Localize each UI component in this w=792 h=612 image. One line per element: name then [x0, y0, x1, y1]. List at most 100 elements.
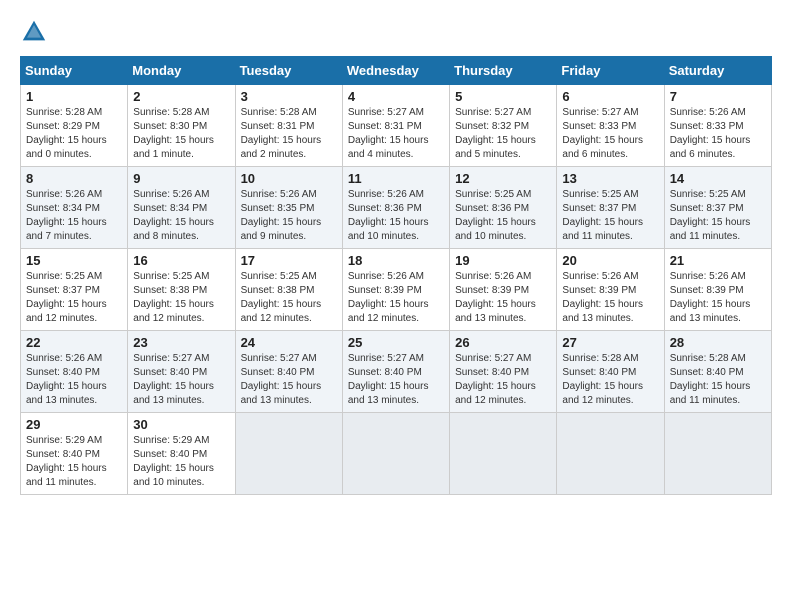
day-number: 8 [26, 171, 122, 186]
weekday-header-monday: Monday [128, 57, 235, 85]
day-info: Sunrise: 5:27 AMSunset: 8:40 PMDaylight:… [348, 352, 444, 408]
day-info: Sunrise: 5:29 AMSunset: 8:40 PMDaylight:… [133, 434, 229, 490]
day-number: 7 [670, 89, 766, 104]
day-number: 28 [670, 335, 766, 350]
calendar-cell: 24 Sunrise: 5:27 AMSunset: 8:40 PMDayligh… [235, 331, 342, 413]
calendar-cell [342, 413, 449, 495]
calendar-cell: 6 Sunrise: 5:27 AMSunset: 8:33 PMDaylight… [557, 85, 664, 167]
calendar-cell: 12 Sunrise: 5:25 AMSunset: 8:36 PMDayligh… [450, 167, 557, 249]
weekday-header-thursday: Thursday [450, 57, 557, 85]
day-number: 14 [670, 171, 766, 186]
calendar-cell: 17 Sunrise: 5:25 AMSunset: 8:38 PMDayligh… [235, 249, 342, 331]
calendar-cell: 23 Sunrise: 5:27 AMSunset: 8:40 PMDayligh… [128, 331, 235, 413]
day-info: Sunrise: 5:25 AMSunset: 8:37 PMDaylight:… [670, 188, 766, 244]
day-info: Sunrise: 5:26 AMSunset: 8:39 PMDaylight:… [670, 270, 766, 326]
day-number: 25 [348, 335, 444, 350]
day-info: Sunrise: 5:25 AMSunset: 8:38 PMDaylight:… [133, 270, 229, 326]
day-number: 16 [133, 253, 229, 268]
weekday-header-sunday: Sunday [21, 57, 128, 85]
day-number: 21 [670, 253, 766, 268]
calendar-cell: 2 Sunrise: 5:28 AMSunset: 8:30 PMDaylight… [128, 85, 235, 167]
day-info: Sunrise: 5:26 AMSunset: 8:35 PMDaylight:… [241, 188, 337, 244]
day-info: Sunrise: 5:28 AMSunset: 8:30 PMDaylight:… [133, 106, 229, 162]
calendar-cell: 15Sunrise: 5:25 AMSunset: 8:37 PMDayligh… [21, 249, 128, 331]
day-info: Sunrise: 5:28 AMSunset: 8:40 PMDaylight:… [562, 352, 658, 408]
logo-icon [20, 18, 48, 46]
weekday-header-tuesday: Tuesday [235, 57, 342, 85]
day-number: 5 [455, 89, 551, 104]
day-number: 17 [241, 253, 337, 268]
calendar-cell: 28 Sunrise: 5:28 AMSunset: 8:40 PMDayligh… [664, 331, 771, 413]
calendar-cell [450, 413, 557, 495]
day-info: Sunrise: 5:26 AMSunset: 8:40 PMDaylight:… [26, 352, 122, 408]
day-number: 13 [562, 171, 658, 186]
day-info: Sunrise: 5:26 AMSunset: 8:34 PMDaylight:… [133, 188, 229, 244]
day-info: Sunrise: 5:26 AMSunset: 8:34 PMDaylight:… [26, 188, 122, 244]
day-number: 26 [455, 335, 551, 350]
calendar-cell: 13 Sunrise: 5:25 AMSunset: 8:37 PMDayligh… [557, 167, 664, 249]
day-info: Sunrise: 5:26 AMSunset: 8:36 PMDaylight:… [348, 188, 444, 244]
day-info: Sunrise: 5:26 AMSunset: 8:39 PMDaylight:… [562, 270, 658, 326]
day-number: 27 [562, 335, 658, 350]
day-info: Sunrise: 5:26 AMSunset: 8:39 PMDaylight:… [455, 270, 551, 326]
day-number: 2 [133, 89, 229, 104]
day-info: Sunrise: 5:25 AMSunset: 8:37 PMDaylight:… [562, 188, 658, 244]
calendar-cell: 26 Sunrise: 5:27 AMSunset: 8:40 PMDayligh… [450, 331, 557, 413]
calendar-cell: 19Sunrise: 5:26 AMSunset: 8:39 PMDayligh… [450, 249, 557, 331]
calendar-cell: 10 Sunrise: 5:26 AMSunset: 8:35 PMDayligh… [235, 167, 342, 249]
day-info: Sunrise: 5:27 AMSunset: 8:32 PMDaylight:… [455, 106, 551, 162]
day-info: Sunrise: 5:25 AMSunset: 8:37 PMDaylight:… [26, 270, 122, 326]
calendar-cell: 25 Sunrise: 5:27 AMSunset: 8:40 PMDayligh… [342, 331, 449, 413]
calendar-cell: 30 Sunrise: 5:29 AMSunset: 8:40 PMDayligh… [128, 413, 235, 495]
calendar-cell: 11Sunrise: 5:26 AMSunset: 8:36 PMDayligh… [342, 167, 449, 249]
day-number: 20 [562, 253, 658, 268]
day-info: Sunrise: 5:26 AMSunset: 8:39 PMDaylight:… [348, 270, 444, 326]
calendar-header-row: SundayMondayTuesdayWednesdayThursdayFrid… [21, 57, 772, 85]
day-info: Sunrise: 5:27 AMSunset: 8:31 PMDaylight:… [348, 106, 444, 162]
day-number: 24 [241, 335, 337, 350]
day-info: Sunrise: 5:25 AMSunset: 8:38 PMDaylight:… [241, 270, 337, 326]
calendar-cell: 1 Sunrise: 5:28 AMSunset: 8:29 PMDaylight… [21, 85, 128, 167]
day-number: 9 [133, 171, 229, 186]
calendar-cell [235, 413, 342, 495]
day-number: 6 [562, 89, 658, 104]
day-number: 23 [133, 335, 229, 350]
calendar-cell: 16 Sunrise: 5:25 AMSunset: 8:38 PMDayligh… [128, 249, 235, 331]
calendar-week-1: 1 Sunrise: 5:28 AMSunset: 8:29 PMDaylight… [21, 85, 772, 167]
calendar-cell: 20 Sunrise: 5:26 AMSunset: 8:39 PMDayligh… [557, 249, 664, 331]
calendar-table: SundayMondayTuesdayWednesdayThursdayFrid… [20, 56, 772, 495]
calendar-cell [664, 413, 771, 495]
weekday-header-friday: Friday [557, 57, 664, 85]
day-number: 10 [241, 171, 337, 186]
day-number: 18 [348, 253, 444, 268]
day-info: Sunrise: 5:27 AMSunset: 8:40 PMDaylight:… [241, 352, 337, 408]
calendar-cell: 4 Sunrise: 5:27 AMSunset: 8:31 PMDaylight… [342, 85, 449, 167]
day-info: Sunrise: 5:28 AMSunset: 8:29 PMDaylight:… [26, 106, 122, 162]
day-number: 1 [26, 89, 122, 104]
calendar-week-3: 15Sunrise: 5:25 AMSunset: 8:37 PMDayligh… [21, 249, 772, 331]
day-info: Sunrise: 5:26 AMSunset: 8:33 PMDaylight:… [670, 106, 766, 162]
day-number: 12 [455, 171, 551, 186]
calendar-cell: 22 Sunrise: 5:26 AMSunset: 8:40 PMDayligh… [21, 331, 128, 413]
day-info: Sunrise: 5:28 AMSunset: 8:31 PMDaylight:… [241, 106, 337, 162]
day-info: Sunrise: 5:25 AMSunset: 8:36 PMDaylight:… [455, 188, 551, 244]
weekday-header-wednesday: Wednesday [342, 57, 449, 85]
calendar-cell: 21 Sunrise: 5:26 AMSunset: 8:39 PMDayligh… [664, 249, 771, 331]
logo [20, 16, 52, 46]
day-info: Sunrise: 5:27 AMSunset: 8:33 PMDaylight:… [562, 106, 658, 162]
day-number: 3 [241, 89, 337, 104]
day-number: 29 [26, 417, 122, 432]
day-number: 30 [133, 417, 229, 432]
day-info: Sunrise: 5:27 AMSunset: 8:40 PMDaylight:… [455, 352, 551, 408]
day-number: 4 [348, 89, 444, 104]
calendar-week-5: 29 Sunrise: 5:29 AMSunset: 8:40 PMDayligh… [21, 413, 772, 495]
day-number: 22 [26, 335, 122, 350]
calendar-week-2: 8 Sunrise: 5:26 AMSunset: 8:34 PMDaylight… [21, 167, 772, 249]
header [20, 16, 772, 46]
day-info: Sunrise: 5:28 AMSunset: 8:40 PMDaylight:… [670, 352, 766, 408]
weekday-header-saturday: Saturday [664, 57, 771, 85]
calendar-cell: 7 Sunrise: 5:26 AMSunset: 8:33 PMDaylight… [664, 85, 771, 167]
day-info: Sunrise: 5:27 AMSunset: 8:40 PMDaylight:… [133, 352, 229, 408]
calendar-week-4: 22 Sunrise: 5:26 AMSunset: 8:40 PMDayligh… [21, 331, 772, 413]
calendar-cell: 9 Sunrise: 5:26 AMSunset: 8:34 PMDaylight… [128, 167, 235, 249]
